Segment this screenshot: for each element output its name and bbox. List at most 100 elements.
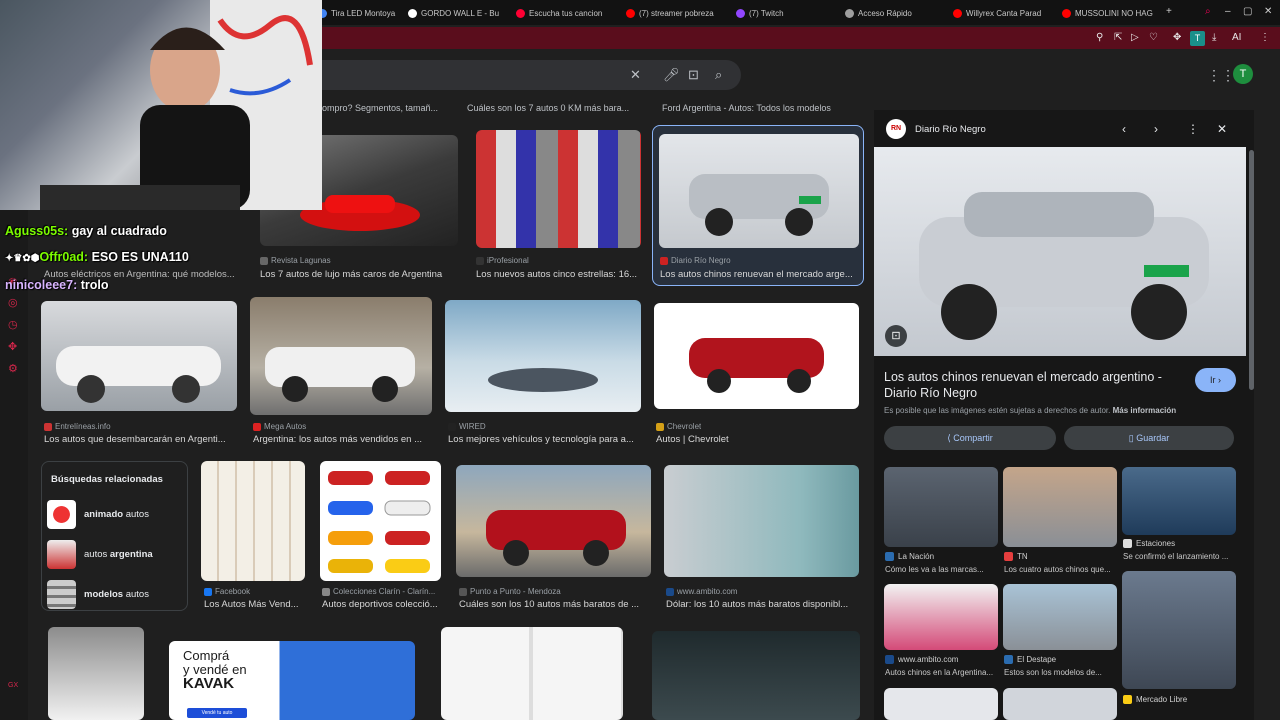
result-caption[interactable]: Los autos chinos renuevan el mercado arg… (660, 269, 856, 280)
result-caption[interactable]: Argentina: los autos más vendidos en ... (253, 434, 433, 445)
result-image[interactable] (476, 130, 641, 248)
result-image[interactable] (456, 465, 651, 577)
result-image[interactable] (654, 303, 859, 409)
preview-image[interactable]: ⊡ (874, 147, 1246, 356)
send-icon[interactable]: ⇱ (1114, 32, 1122, 43)
close-panel-icon[interactable]: ✕ (1217, 122, 1227, 136)
result-caption[interactable]: Ford Argentina - Autos: Todos los modelo… (662, 103, 831, 113)
result-caption[interactable]: Los autos que desembarcarán en Argenti..… (44, 434, 234, 445)
result-source[interactable]: Facebook (204, 587, 304, 596)
related-image[interactable] (1003, 467, 1117, 547)
panel-title[interactable]: Los autos chinos renuevan el mercado arg… (884, 369, 1184, 401)
ai-icon[interactable]: AI (1232, 32, 1241, 43)
result-source[interactable]: iProfesional (476, 256, 529, 265)
result-source[interactable]: www.ambito.com (666, 587, 737, 596)
mic-icon[interactable]: 🎤︎ (663, 67, 680, 83)
related-image[interactable] (884, 688, 998, 720)
sidebar-settings-icon[interactable]: ⚙ (8, 362, 18, 375)
result-source[interactable]: Revista Lagunas (260, 256, 331, 265)
related-image[interactable] (884, 584, 998, 650)
pin-icon[interactable]: ⚲ (1096, 32, 1103, 43)
more-info-link[interactable]: Más información (1113, 406, 1177, 415)
related-search-item[interactable]: modelos autos (47, 578, 184, 610)
result-source[interactable]: Punto a Punto - Mendoza (459, 587, 561, 596)
panel-scrollbar[interactable] (1249, 150, 1254, 390)
tab[interactable]: MUSSOLINI NO HAG (1062, 5, 1158, 21)
more-options-icon[interactable]: ⋮ (1187, 122, 1199, 136)
related-image[interactable] (1122, 467, 1236, 535)
result-caption[interactable]: Cuáles son los 7 autos 0 KM más bara... (467, 103, 629, 113)
sidebar-history-icon[interactable]: ◷ (8, 318, 18, 331)
play-icon[interactable]: ▷ (1131, 32, 1139, 43)
related-source[interactable]: El Destape (1004, 655, 1056, 664)
visit-button[interactable]: Ir › (1195, 368, 1236, 392)
related-image[interactable] (1003, 584, 1117, 650)
search-input[interactable]: ✕ 🎤︎ ⊡ ⌕ (305, 60, 741, 90)
result-source[interactable]: Colecciones Clarín - Clarín... (322, 587, 440, 596)
result-image[interactable] (250, 297, 432, 415)
related-source[interactable]: Estaciones (1123, 539, 1175, 548)
lens-search-icon[interactable]: ⊡ (885, 325, 907, 347)
panel-source-name[interactable]: Diario Río Negro (915, 124, 986, 135)
related-image[interactable] (884, 467, 998, 547)
share-button[interactable]: ⟨ Compartir (884, 426, 1056, 450)
related-search-item[interactable]: autos argentina (47, 538, 184, 570)
menu-icon[interactable]: ⋮ (1260, 32, 1270, 43)
search-icon[interactable]: ⌕ (715, 67, 722, 83)
tab[interactable]: GORDO WALL E - Bu (408, 5, 503, 21)
tab[interactable]: Willyrex Canta Parad (953, 5, 1048, 21)
result-image[interactable] (445, 300, 641, 412)
maximize-icon[interactable]: ▢ (1243, 6, 1252, 17)
tab[interactable]: (7) Twitch (736, 5, 796, 21)
result-caption[interactable]: Autos | Chevrolet (656, 434, 856, 445)
heart-icon[interactable]: ♡ (1149, 32, 1158, 43)
result-source[interactable]: Chevrolet (656, 422, 701, 431)
save-button[interactable]: ▯ Guardar (1064, 426, 1234, 450)
related-source[interactable]: La Nación (885, 552, 934, 561)
result-image[interactable] (41, 301, 237, 411)
result-image[interactable] (652, 631, 860, 720)
result-image[interactable] (320, 461, 441, 581)
result-caption[interactable]: Cuáles son los 10 autos más baratos de .… (459, 599, 649, 610)
related-caption[interactable]: Se confirmó el lanzamiento ... (1123, 552, 1235, 561)
result-caption[interactable]: Los mejores vehículos y tecnología para … (448, 434, 640, 445)
related-caption[interactable]: Cómo les va a las marcas... (885, 565, 997, 574)
related-image[interactable] (1003, 688, 1117, 720)
tab[interactable]: Acceso Rápido (845, 5, 920, 21)
result-caption[interactable]: Los Autos Más Vend... (204, 599, 306, 610)
result-source[interactable]: Mega Autos (253, 422, 306, 431)
related-source[interactable]: TN (1004, 552, 1028, 561)
kavak-ad-image[interactable]: Comprá y vendé en KAVAK Vendé tu auto (169, 641, 415, 720)
tab[interactable]: (7) streamer pobreza (626, 5, 722, 21)
result-image[interactable] (48, 627, 144, 720)
minimize-icon[interactable]: – (1225, 6, 1231, 17)
tab[interactable]: Escucha tus cancion (516, 5, 614, 21)
result-source[interactable]: WIRED (448, 422, 486, 431)
result-image[interactable] (441, 627, 623, 720)
tab[interactable]: Tira LED Montoya (318, 5, 398, 21)
download-icon[interactable]: ⤓ (1212, 32, 1216, 43)
extension-t-button[interactable]: T (1190, 31, 1205, 46)
related-source[interactable]: Mercado Libre (1123, 695, 1187, 704)
related-caption[interactable]: Autos chinos en la Argentina... (885, 668, 997, 677)
sidebar-extensions-icon[interactable]: ✥ (8, 340, 17, 353)
result-image[interactable] (201, 461, 305, 581)
account-avatar[interactable]: T (1233, 64, 1253, 84)
prev-image-icon[interactable]: ‹ (1122, 122, 1126, 136)
result-image[interactable] (659, 134, 859, 248)
result-caption[interactable]: ompro? Segmentos, tamañ... (322, 103, 438, 113)
extensions-icon[interactable]: ✥ (1173, 32, 1181, 43)
result-caption[interactable]: Los nuevos autos cinco estrellas: 16... (476, 269, 644, 280)
result-caption[interactable]: Dólar: los 10 autos más baratos disponib… (666, 599, 858, 610)
related-source[interactable]: www.ambito.com (885, 655, 958, 664)
result-caption[interactable]: Autos deportivos colecció... (322, 599, 440, 610)
lens-icon[interactable]: ⊡ (688, 67, 699, 83)
result-caption[interactable]: Los 7 autos de lujo más caros de Argenti… (260, 269, 455, 280)
close-window-icon[interactable]: ✕ (1264, 6, 1272, 17)
next-image-icon[interactable]: › (1154, 122, 1158, 136)
related-search-item[interactable]: animado autos (47, 498, 184, 530)
related-image[interactable] (1122, 571, 1236, 689)
sidebar-messenger-icon[interactable]: ◎ (8, 296, 18, 309)
clear-search-icon[interactable]: ✕ (630, 67, 641, 83)
result-source[interactable]: Entrelíneas.info (44, 422, 111, 431)
